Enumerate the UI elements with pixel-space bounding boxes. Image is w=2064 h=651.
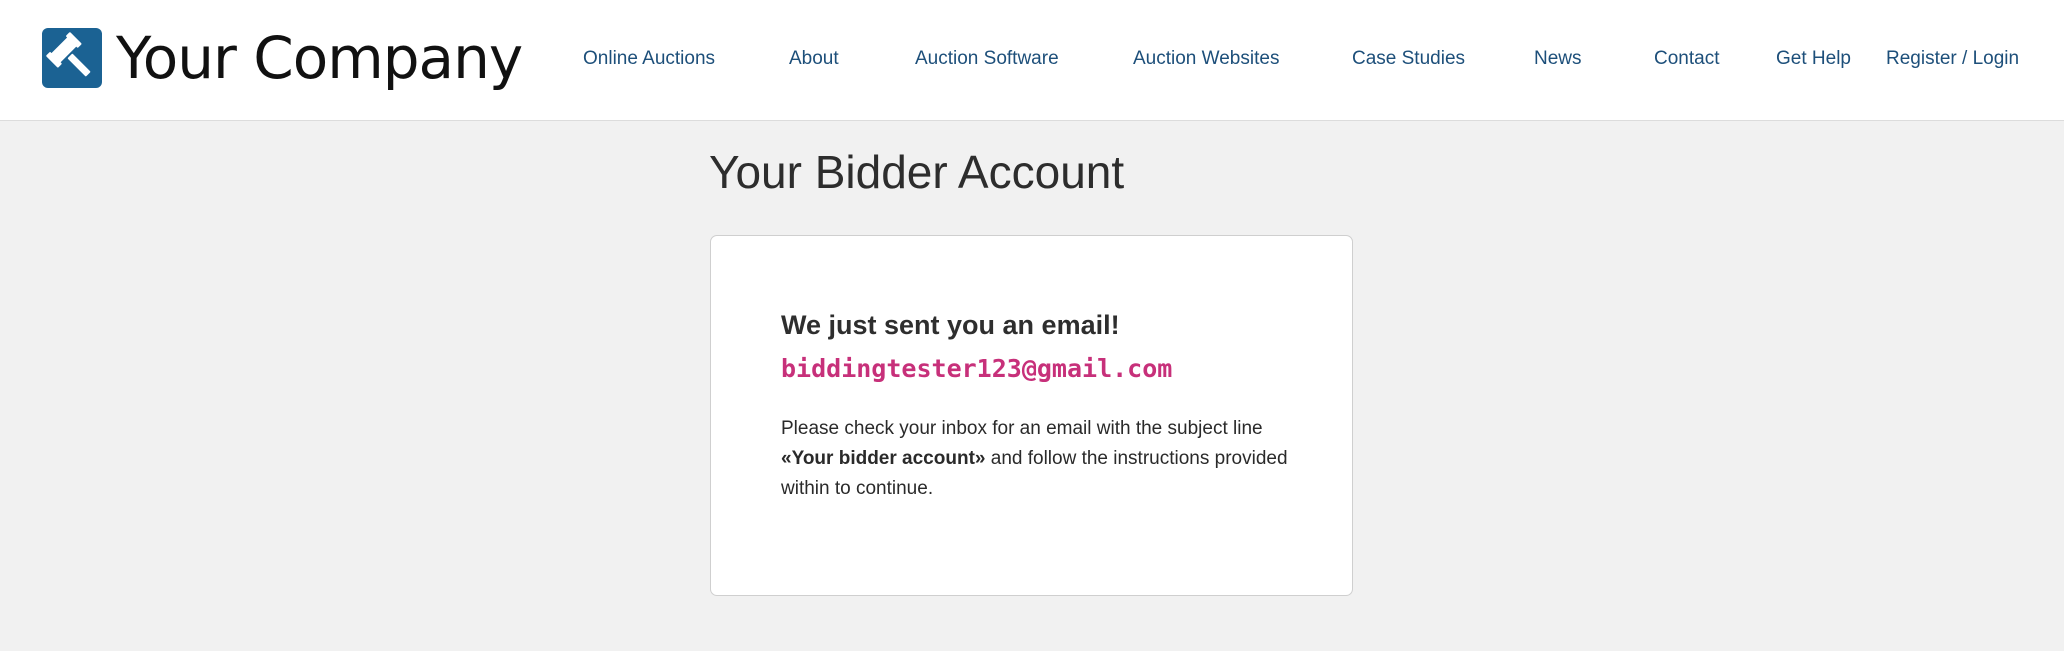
nav-online-auctions[interactable]: Online Auctions xyxy=(583,47,715,71)
site-header: Your Company Online Auctions About Aucti… xyxy=(0,0,2064,121)
email-subject-line: «Your bidder account» xyxy=(781,448,986,469)
email-address: biddingtester123@gmail.com xyxy=(781,354,1173,383)
main-nav: Online Auctions About Auction Software A… xyxy=(0,0,2064,118)
nav-auction-websites[interactable]: Auction Websites xyxy=(1133,47,1279,71)
nav-about[interactable]: About xyxy=(789,47,839,71)
nav-get-help[interactable]: Get Help xyxy=(1776,47,1851,71)
nav-auction-software[interactable]: Auction Software xyxy=(915,47,1059,71)
card-heading: We just sent you an email! xyxy=(781,310,1120,340)
nav-register-login[interactable]: Register / Login xyxy=(1886,47,2019,71)
email-sent-card: We just sent you an email! biddingtester… xyxy=(710,235,1353,596)
nav-contact[interactable]: Contact xyxy=(1654,47,1719,71)
nav-case-studies[interactable]: Case Studies xyxy=(1352,47,1465,71)
page-title: Your Bidder Account xyxy=(709,146,1125,198)
instructions-text-start: Please check your inbox for an email wit… xyxy=(781,418,1263,439)
instructions-text: Please check your inbox for an email wit… xyxy=(781,414,1301,504)
nav-news[interactable]: News xyxy=(1534,47,1582,71)
